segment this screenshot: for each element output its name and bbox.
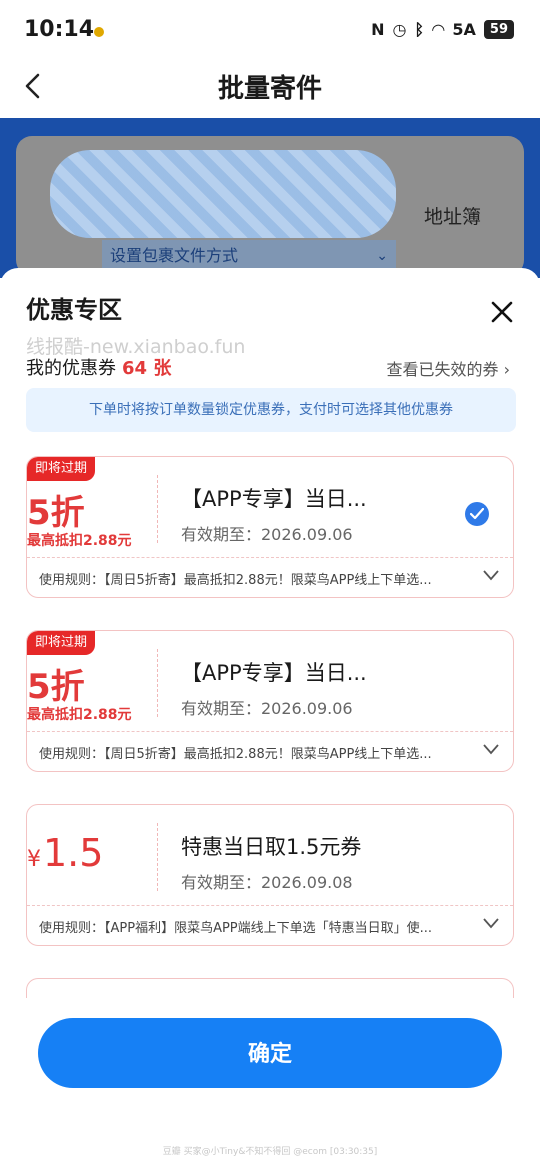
coupon-title: 【APP专享】当日... [181, 487, 367, 511]
expiring-badge: 即将过期 [27, 631, 96, 655]
coupon-title: 【APP专享】当日... [181, 661, 367, 685]
confirm-button[interactable]: 确定 [38, 1018, 502, 1088]
package-method-label: 设置包裹文件方式 [110, 246, 239, 265]
divider [157, 475, 158, 543]
sheet-title: 优惠专区 [26, 296, 122, 324]
alarm-icon: ◷ [392, 20, 407, 39]
battery-icon: 59 [483, 20, 514, 39]
coupon-rule: 使用规则：【周日5折寄】最高抵扣2.88元！限菜鸟APP线上下单选... [39, 573, 432, 588]
selected-check-icon[interactable] [465, 502, 489, 526]
sender-card: 地址簿 设置包裹文件方式 ⌄ [16, 136, 524, 276]
coupon-rule: 使用规则：【周日5折寄】最高抵扣2.88元！限菜鸟APP线上下单选... [39, 747, 432, 762]
divider [27, 731, 513, 732]
coupon-title: 特惠当日取1.5元券 [181, 835, 362, 859]
chevron-right-icon: › [503, 360, 510, 379]
coupon-discount: 5折 [27, 493, 85, 533]
status-time: 10:14 [24, 17, 95, 42]
expired-coupons-link[interactable]: 查看已失效的券 › [386, 356, 510, 380]
wifi-icon: ◠ [432, 20, 445, 39]
expiring-badge: 即将过期 [27, 457, 96, 481]
coupon-card[interactable]: ¥1.5 特惠当日取1.5元券 有效期至：2026.09.08 使用规则：【AP… [26, 804, 514, 946]
coupon-amount-value: 1.5 [43, 831, 104, 875]
status-bar: 10:14 N ◷ ᛒ ◠ 5A 59 [0, 0, 540, 60]
chevron-down-icon[interactable] [483, 569, 499, 581]
coupon-sheet: 优惠专区 线报酷-new.xianbao.fun 我的优惠券 64 张 查看已失效… [0, 268, 540, 1162]
my-coupons-count: 64 张 [122, 358, 172, 379]
nav-bar: 批量寄件 [0, 60, 540, 118]
bluetooth-icon: ᛒ [414, 20, 425, 39]
coupon-validity: 有效期至：2026.09.06 [181, 525, 353, 544]
notice-banner: 下单时将按订单数量锁定优惠券，支付时可选择其他优惠券 [26, 388, 516, 432]
currency-symbol: ¥ [27, 847, 41, 872]
footer-watermark: 豆瓣 买家@小Tiny&不知不得回 @ecom [03:30:35] [162, 1147, 378, 1157]
signal-5g-icon: 5A [452, 20, 476, 39]
coupon-card[interactable]: 即将过期 5折 最高抵扣2.88元 【APP专享】当日... 有效期至：2026… [26, 456, 514, 598]
coupon-card[interactable]: 即将过期 5折 最高抵扣2.88元 【APP专享】当日... 有效期至：2026… [26, 630, 514, 772]
redacted-address [50, 150, 396, 238]
close-icon[interactable] [490, 300, 514, 324]
coupon-validity: 有效期至：2026.09.06 [181, 699, 353, 718]
coupon-amount: ¥1.5 [27, 831, 157, 875]
divider [27, 905, 513, 906]
status-icons: N ◷ ᛒ ◠ 5A 59 [371, 20, 514, 39]
my-coupons: 我的优惠券 64 张 [26, 354, 171, 380]
my-coupons-label: 我的优惠券 [26, 358, 116, 379]
coupon-validity: 有效期至：2026.09.08 [181, 873, 353, 892]
coupon-max-deduct: 最高抵扣2.88元 [27, 707, 132, 723]
divider [27, 557, 513, 558]
nfc-icon: N [371, 20, 385, 39]
coupon-discount: 5折 [27, 667, 85, 707]
page-title: 批量寄件 [217, 74, 322, 104]
coupon-card-partial [26, 978, 514, 998]
coupon-max-deduct: 最高抵扣2.88元 [27, 533, 132, 549]
notification-icon [94, 27, 104, 37]
address-book-link[interactable]: 地址簿 [424, 202, 481, 229]
divider [157, 649, 158, 717]
chevron-down-icon[interactable] [483, 743, 499, 755]
chevron-down-icon[interactable] [483, 917, 499, 929]
divider [157, 823, 158, 891]
expired-coupons-label: 查看已失效的券 [386, 360, 499, 379]
coupon-rule: 使用规则：【APP福利】限菜鸟APP端线上下单选「特惠当日取」使... [39, 921, 433, 936]
